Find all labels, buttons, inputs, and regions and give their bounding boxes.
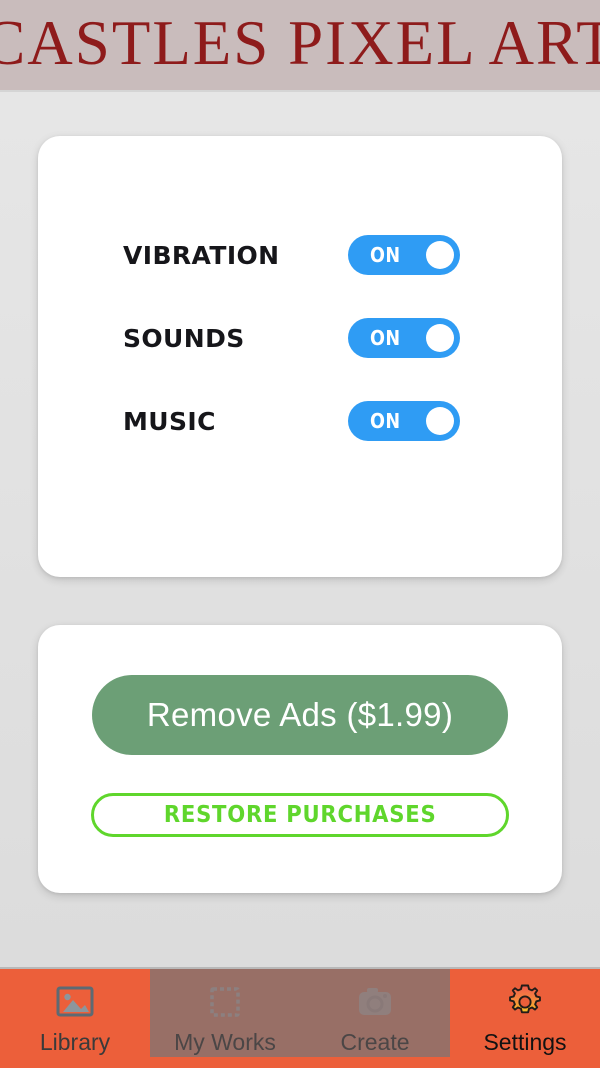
nav-label-settings: Settings (483, 1029, 567, 1055)
purchase-card: Remove Ads ($1.99) RESTORE PURCHASES (38, 625, 562, 893)
nav-label-library: Library (39, 1029, 111, 1055)
nav-item-create[interactable]: Create (300, 969, 450, 1068)
toggle-state-label-music: ON (370, 409, 401, 433)
image-icon (54, 981, 96, 1023)
setting-label-sounds: SOUNDS (123, 323, 245, 353)
setting-row-vibration: VIBRATION ON (38, 232, 562, 278)
gear-icon (504, 981, 546, 1023)
restore-purchases-button[interactable]: RESTORE PURCHASES (91, 793, 509, 837)
toggle-music[interactable]: ON (348, 401, 460, 441)
nav-label-my-works: My Works (174, 1029, 276, 1055)
settings-card: VIBRATION ON SOUNDS ON MUSIC ON (38, 136, 562, 577)
nav-item-library[interactable]: Library (0, 969, 150, 1068)
nav-item-my-works[interactable]: My Works (150, 969, 300, 1068)
setting-label-vibration: VIBRATION (123, 240, 280, 270)
toggle-state-label-sounds: ON (370, 326, 401, 350)
nav-item-settings[interactable]: Settings (450, 969, 600, 1068)
page-body: VIBRATION ON SOUNDS ON MUSIC ON Remove A… (0, 92, 600, 967)
setting-label-music: MUSIC (123, 406, 216, 436)
toggle-knob-music (426, 407, 454, 435)
toggle-sounds[interactable]: ON (348, 318, 460, 358)
toggle-knob-sounds (426, 324, 454, 352)
restore-purchases-label: RESTORE PURCHASES (163, 802, 437, 828)
nav-label-create: Create (340, 1029, 410, 1055)
setting-row-music: MUSIC ON (38, 398, 562, 444)
toggle-state-label-vibration: ON (370, 243, 401, 267)
toggle-vibration[interactable]: ON (348, 235, 460, 275)
camera-icon (354, 981, 396, 1023)
stamp-icon (204, 981, 246, 1023)
bottom-navigation-bar: Library My Works Create Settings (0, 967, 600, 1068)
app-title: CASTLES PIXEL ART (0, 8, 600, 79)
toggle-knob-vibration (426, 241, 454, 269)
settings-list: VIBRATION ON SOUNDS ON MUSIC ON (38, 136, 562, 577)
app-header: CASTLES PIXEL ART (0, 0, 600, 92)
remove-ads-button[interactable]: Remove Ads ($1.99) (92, 675, 508, 755)
setting-row-sounds: SOUNDS ON (38, 315, 562, 361)
